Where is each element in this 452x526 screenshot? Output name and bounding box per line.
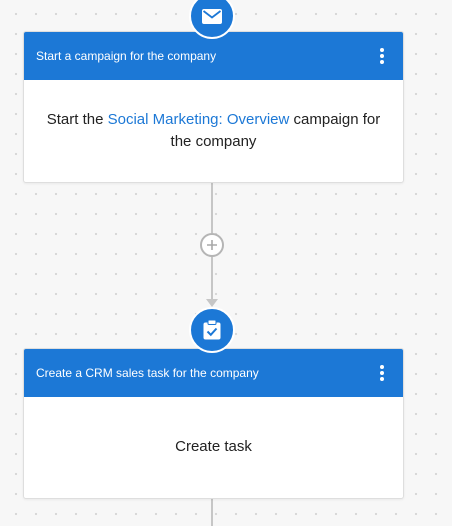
campaign-link[interactable]: Social Marketing: Overview [108, 111, 290, 128]
action-card-task[interactable]: Create a CRM sales task for the company … [23, 348, 404, 499]
connector-line-bottom [211, 497, 213, 526]
add-step-button[interactable] [200, 233, 224, 257]
action-card-body: Create task [24, 397, 403, 497]
plus-icon [207, 240, 217, 250]
action-card-campaign[interactable]: Start a campaign for the company Start t… [23, 31, 404, 183]
action-card-header: Start a campaign for the company [24, 32, 403, 80]
action-card-title: Create a CRM sales task for the company [36, 366, 259, 380]
connector-line-middle [211, 257, 213, 301]
action-card-title: Start a campaign for the company [36, 49, 217, 63]
action-card-body: Start the Social Marketing: Overview cam… [24, 80, 403, 181]
action-card-header: Create a CRM sales task for the company [24, 349, 403, 397]
action-card-description: Start the Social Marketing: Overview cam… [40, 109, 387, 153]
action-card-description: Create task [175, 438, 252, 455]
more-options-icon[interactable] [377, 363, 387, 383]
connector-line-top [211, 181, 213, 233]
clipboard-check-icon [203, 320, 221, 340]
more-options-icon[interactable] [377, 46, 387, 66]
action-icon-circle-task [189, 307, 235, 353]
description-prefix: Start the [46, 110, 104, 128]
envelope-icon [202, 8, 222, 24]
connector-arrow [206, 299, 218, 307]
